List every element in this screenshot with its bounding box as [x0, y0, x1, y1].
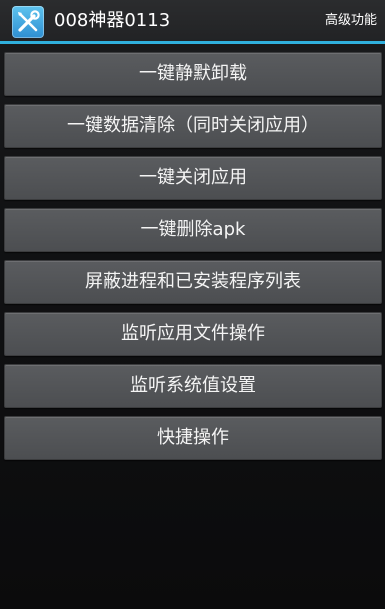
delete-apk-button[interactable]: 一键删除apk [4, 208, 382, 252]
action-bar: 008神器0113 高级功能 [0, 0, 385, 44]
silent-uninstall-button[interactable]: 一键静默卸载 [4, 52, 382, 96]
advanced-features-menu[interactable]: 高级功能 [325, 12, 377, 30]
tools-icon[interactable] [12, 6, 44, 38]
monitor-file-ops-button[interactable]: 监听应用文件操作 [4, 312, 382, 356]
action-button-list: 一键静默卸载 一键数据清除（同时关闭应用） 一键关闭应用 一键删除apk 屏蔽进… [4, 52, 382, 468]
hide-process-list-button[interactable]: 屏蔽进程和已安装程序列表 [4, 260, 382, 304]
close-app-button[interactable]: 一键关闭应用 [4, 156, 382, 200]
app-title: 008神器0113 [54, 10, 171, 31]
quick-actions-button[interactable]: 快捷操作 [4, 416, 382, 460]
clear-data-and-close-button[interactable]: 一键数据清除（同时关闭应用） [4, 104, 382, 148]
monitor-system-settings-button[interactable]: 监听系统值设置 [4, 364, 382, 408]
